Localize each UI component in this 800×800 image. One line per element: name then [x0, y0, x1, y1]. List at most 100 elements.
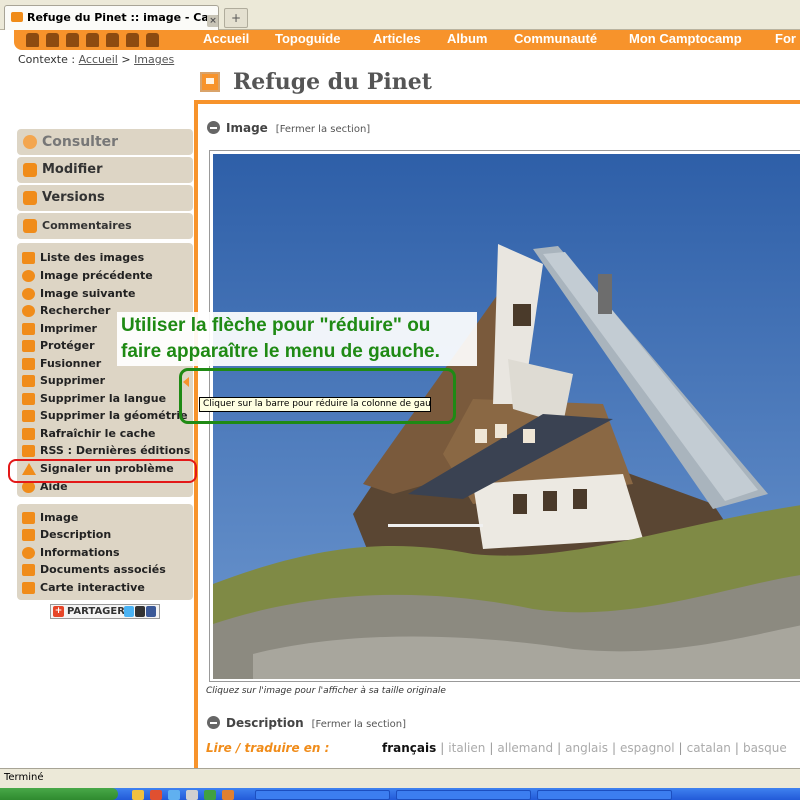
- nav-communaute[interactable]: Communauté: [514, 31, 597, 46]
- image-section-header: Image [Fermer la section]: [207, 121, 370, 135]
- camptocamp-favicon-icon: [11, 12, 23, 22]
- trash-icon: [22, 410, 35, 422]
- action-label: Protéger: [40, 339, 95, 352]
- browser-tab[interactable]: Refuge du Pinet :: image - Camptoca... ×: [4, 5, 219, 30]
- sidebar-action-supprimer[interactable]: Supprimer: [22, 374, 105, 388]
- status-text: Terminé: [4, 772, 44, 783]
- nav-forum[interactable]: For: [775, 31, 796, 46]
- report-problem-highlight: [8, 459, 197, 483]
- sidebar-commentaires[interactable]: Commentaires: [17, 213, 193, 239]
- nav-album[interactable]: Album: [447, 31, 487, 46]
- action-label: Liste des images: [40, 251, 145, 264]
- hiking-icon[interactable]: [126, 33, 139, 47]
- description-section-header: Description [Fermer la section]: [207, 716, 406, 730]
- lang-separator: |: [734, 741, 739, 755]
- documents-icon: [22, 564, 35, 576]
- sidebar-action-rechercher[interactable]: Rechercher: [22, 304, 110, 318]
- mountaineering-icon[interactable]: [66, 33, 79, 47]
- info-icon: [22, 547, 35, 559]
- section-label: Carte interactive: [40, 581, 145, 594]
- collapse-section-icon[interactable]: [207, 121, 220, 134]
- rss-icon: [22, 445, 35, 457]
- close-tab-icon[interactable]: ×: [207, 15, 218, 27]
- refresh-icon: [22, 428, 35, 440]
- action-label: Supprimer: [40, 374, 106, 387]
- sidebar-action-imprimer[interactable]: Imprimer: [22, 322, 97, 336]
- sidebar-modifier-label: Modifier: [42, 162, 103, 177]
- taskbar-window-button[interactable]: [537, 790, 672, 800]
- ice-climbing-icon[interactable]: [106, 33, 119, 47]
- edit-icon: [23, 163, 37, 177]
- ski-icon[interactable]: [26, 33, 39, 47]
- arrow-left-icon: [22, 270, 35, 282]
- sidebar-action-fusionner[interactable]: Fusionner: [22, 357, 101, 371]
- plus-icon: +: [53, 606, 64, 617]
- breadcrumb-images-link[interactable]: Images: [134, 53, 174, 66]
- quicklaunch-icon[interactable]: [222, 790, 234, 800]
- sidebar-action-supprimer-langue[interactable]: Supprimer la langue: [22, 392, 166, 406]
- sidebar-action-proteger[interactable]: Protéger: [22, 339, 95, 353]
- sidebar-versions[interactable]: Versions: [17, 185, 193, 211]
- sidebar-section-documents-associes[interactable]: Documents associés: [22, 563, 166, 577]
- lang-francais[interactable]: français: [382, 741, 436, 755]
- collapse-section-icon[interactable]: [207, 716, 220, 729]
- lang-espagnol[interactable]: espagnol: [620, 741, 675, 755]
- collapse-arrow-icon[interactable]: [183, 377, 189, 387]
- lang-italien[interactable]: italien: [448, 741, 485, 755]
- lock-icon: [22, 340, 35, 352]
- taskbar-window-button[interactable]: [396, 790, 531, 800]
- printer-icon: [22, 323, 35, 335]
- page-title: Refuge du Pinet: [233, 69, 432, 95]
- versions-icon: [23, 191, 37, 205]
- sidebar-section-informations[interactable]: Informations: [22, 546, 120, 560]
- sidebar-consulter[interactable]: Consulter: [17, 129, 193, 155]
- lang-separator: |: [557, 741, 562, 755]
- sidebar-action-liste-images[interactable]: Liste des images: [22, 251, 144, 265]
- sidebar-action-image-precedente[interactable]: Image précédente: [22, 269, 153, 283]
- close-description-section-link[interactable]: [Fermer la section]: [312, 719, 406, 730]
- quicklaunch-icon[interactable]: [132, 790, 144, 800]
- quicklaunch-icon[interactable]: [186, 790, 198, 800]
- taskbar-window-button[interactable]: [255, 790, 390, 800]
- snowshoe-icon[interactable]: [46, 33, 59, 47]
- share-button[interactable]: + PARTAGER: [50, 604, 160, 619]
- delicious-icon[interactable]: [135, 606, 145, 617]
- trash-icon: [22, 375, 35, 387]
- browser-window: Refuge du Pinet :: image - Camptoca... ×…: [0, 0, 800, 800]
- action-label: Image suivante: [40, 287, 136, 300]
- quicklaunch-icon[interactable]: [168, 790, 180, 800]
- nav-accueil[interactable]: Accueil: [203, 31, 249, 46]
- lang-anglais[interactable]: anglais: [565, 741, 608, 755]
- lang-basque[interactable]: basque: [743, 741, 787, 755]
- breadcrumb-home-link[interactable]: Accueil: [79, 53, 118, 66]
- new-tab-button[interactable]: +: [224, 8, 248, 28]
- share-label: PARTAGER: [67, 606, 125, 617]
- breadcrumb-separator: >: [121, 53, 131, 66]
- twitter-icon[interactable]: [124, 606, 134, 617]
- close-image-section-link[interactable]: [Fermer la section]: [276, 124, 370, 135]
- nav-mon-camptocamp[interactable]: Mon Camptocamp: [629, 31, 742, 46]
- nav-articles[interactable]: Articles: [373, 31, 421, 46]
- description-section-title: Description: [226, 716, 304, 730]
- sidebar-section-image[interactable]: Image: [22, 511, 78, 525]
- sidebar-section-description[interactable]: Description: [22, 528, 111, 542]
- quicklaunch-icon[interactable]: [150, 790, 162, 800]
- list-icon: [22, 252, 35, 264]
- start-button[interactable]: [0, 788, 118, 800]
- sidebar-action-supprimer-geometrie[interactable]: Supprimer la géométrie: [22, 409, 188, 423]
- sidebar-action-image-suivante[interactable]: Image suivante: [22, 287, 135, 301]
- quicklaunch-icon[interactable]: [204, 790, 216, 800]
- collapse-arrow-highlight: [179, 368, 456, 424]
- paragliding-icon[interactable]: [146, 33, 159, 47]
- lang-allemand[interactable]: allemand: [497, 741, 553, 755]
- facebook-icon[interactable]: [146, 606, 156, 617]
- nav-topoguide[interactable]: Topoguide: [275, 31, 340, 46]
- action-label: Rechercher: [40, 304, 111, 317]
- collapse-sidebar-bar[interactable]: [194, 100, 198, 768]
- sidebar-action-rss[interactable]: RSS : Dernières éditions: [22, 444, 190, 458]
- lang-catalan[interactable]: catalan: [687, 741, 731, 755]
- rock-climbing-icon[interactable]: [86, 33, 99, 47]
- sidebar-modifier[interactable]: Modifier: [17, 157, 193, 183]
- sidebar-section-carte-interactive[interactable]: Carte interactive: [22, 581, 145, 595]
- sidebar-action-rafraichir-cache[interactable]: Rafraîchir le cache: [22, 427, 156, 441]
